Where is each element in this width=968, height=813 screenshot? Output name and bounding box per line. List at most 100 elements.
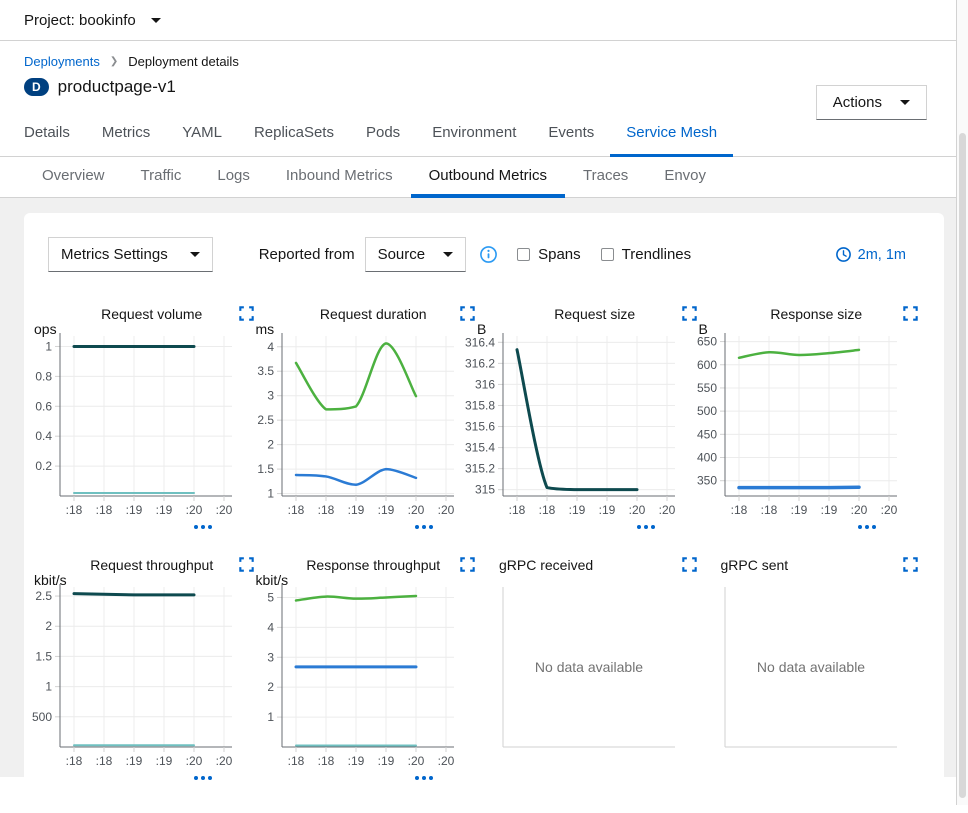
subtab-overview[interactable]: Overview: [24, 157, 123, 198]
chart-unit-label: ops: [34, 321, 57, 337]
vertical-scrollbar[interactable]: [956, 0, 968, 805]
metrics-settings-label: Metrics Settings: [61, 246, 168, 263]
svg-text:1: 1: [267, 487, 274, 501]
reported-from-dropdown[interactable]: Source: [365, 237, 467, 272]
actions-button[interactable]: Actions: [816, 85, 927, 120]
tab-replicasets[interactable]: ReplicaSets: [238, 111, 350, 157]
expand-icon[interactable]: [682, 557, 697, 575]
expand-icon[interactable]: [682, 306, 697, 324]
chart-title: Request duration: [320, 306, 427, 322]
chevron-right-icon: ❯: [110, 56, 118, 67]
svg-text:2: 2: [45, 619, 52, 633]
chart-kebab-menu[interactable]: [270, 525, 434, 533]
chart-canvas: No data available: [713, 579, 921, 769]
svg-text:550: 550: [696, 381, 716, 395]
svg-text:2.5: 2.5: [257, 413, 274, 427]
expand-icon[interactable]: [903, 557, 918, 575]
time-range-label: 2m, 1m: [858, 247, 906, 263]
tab-yaml[interactable]: YAML: [166, 111, 238, 157]
svg-text::18: :18: [317, 503, 334, 517]
chart-response-size: Response size B 650600550500450400350:18…: [713, 306, 921, 533]
reported-from-label: Reported from: [259, 246, 355, 263]
tab-events[interactable]: Events: [532, 111, 610, 157]
svg-text::20: :20: [437, 754, 454, 768]
project-selector[interactable]: Project: bookinfo: [0, 0, 968, 41]
chart-canvas: kbit/s 2.521.51500:18:18:19:19:20:20: [48, 579, 256, 769]
chart-request-volume: Request volume ops 10.80.60.40.2:18:18:1…: [48, 306, 256, 533]
chart-unit-label: B: [699, 321, 708, 337]
breadcrumb: Deployments ❯ Deployment details: [24, 54, 944, 69]
svg-text::19: :19: [156, 503, 173, 517]
trendlines-checkbox[interactable]: Trendlines: [601, 246, 691, 263]
tab-environment[interactable]: Environment: [416, 111, 532, 157]
chart-request-size: Request size B 316.4316.2316315.8315.631…: [491, 306, 699, 533]
tab-pods[interactable]: Pods: [350, 111, 416, 157]
svg-text:1: 1: [45, 680, 52, 694]
chart-title: gRPC sent: [721, 557, 789, 573]
expand-icon[interactable]: [239, 557, 254, 575]
page-title: productpage-v1: [58, 77, 176, 97]
chart-unit-label: ms: [256, 321, 275, 337]
svg-text:4: 4: [267, 620, 274, 634]
chart-kebab-menu[interactable]: [270, 776, 434, 784]
svg-text:315: 315: [475, 483, 495, 497]
chart-request-duration: Request duration ms 43.532.521.51:18:18:…: [270, 306, 478, 533]
chart-kebab-menu[interactable]: [48, 776, 212, 784]
subtab-logs[interactable]: Logs: [199, 157, 268, 198]
chart-unit-label: B: [477, 321, 486, 337]
svg-text:0.2: 0.2: [35, 459, 52, 473]
chart-kebab-menu[interactable]: [491, 525, 655, 533]
svg-text:500: 500: [696, 404, 716, 418]
info-icon[interactable]: [480, 246, 497, 263]
svg-text::18: :18: [66, 754, 83, 768]
scrollbar-thumb[interactable]: [959, 133, 966, 798]
chevron-down-icon: [443, 252, 453, 257]
svg-text:315.2: 315.2: [465, 462, 495, 476]
svg-text:5: 5: [267, 590, 274, 604]
svg-text::20: :20: [216, 754, 233, 768]
expand-icon[interactable]: [239, 306, 254, 324]
svg-text::19: :19: [377, 754, 394, 768]
checkbox-box: [601, 248, 614, 261]
svg-text:315.8: 315.8: [465, 398, 495, 412]
svg-text::20: :20: [407, 754, 424, 768]
chart-title: Response size: [770, 306, 862, 322]
time-range-control[interactable]: 2m, 1m: [836, 247, 906, 263]
chart-unit-label: kbit/s: [256, 572, 289, 588]
metrics-settings-dropdown[interactable]: Metrics Settings: [48, 237, 213, 272]
expand-icon[interactable]: [460, 306, 475, 324]
svg-text:0.8: 0.8: [35, 369, 52, 383]
svg-text::18: :18: [760, 503, 777, 517]
expand-icon[interactable]: [460, 557, 475, 575]
subtab-traffic[interactable]: Traffic: [123, 157, 200, 198]
svg-text:1: 1: [45, 339, 52, 353]
tab-service-mesh[interactable]: Service Mesh: [610, 111, 733, 157]
svg-text:1.5: 1.5: [35, 649, 52, 663]
spans-checkbox-label: Spans: [538, 246, 581, 263]
chart-kebab-menu[interactable]: [48, 525, 212, 533]
svg-text::18: :18: [66, 503, 83, 517]
chevron-down-icon: [190, 252, 200, 257]
svg-text:400: 400: [696, 451, 716, 465]
svg-text:316: 316: [475, 377, 495, 391]
svg-text:4: 4: [267, 340, 274, 354]
svg-text::18: :18: [96, 754, 113, 768]
subtab-traces[interactable]: Traces: [565, 157, 646, 198]
subtab-inbound-metrics[interactable]: Inbound Metrics: [268, 157, 411, 198]
spans-checkbox[interactable]: Spans: [517, 246, 581, 263]
charts-grid: Request volume ops 10.80.60.40.2:18:18:1…: [48, 306, 920, 784]
chart-kebab-menu[interactable]: [713, 525, 877, 533]
svg-text::18: :18: [287, 754, 304, 768]
expand-icon[interactable]: [903, 306, 918, 324]
tab-metrics[interactable]: Metrics: [86, 111, 166, 157]
subtab-envoy[interactable]: Envoy: [646, 157, 724, 198]
tab-details[interactable]: Details: [8, 111, 86, 157]
actions-button-label: Actions: [833, 94, 882, 111]
chart-grpc-sent: gRPC sent No data available: [713, 557, 921, 784]
svg-text:316.2: 316.2: [465, 356, 495, 370]
svg-text:0.6: 0.6: [35, 399, 52, 413]
svg-text:350: 350: [696, 474, 716, 488]
breadcrumb-deployments-link[interactable]: Deployments: [24, 54, 100, 69]
subtab-outbound-metrics[interactable]: Outbound Metrics: [411, 157, 565, 198]
chart-title: Request volume: [101, 306, 202, 322]
